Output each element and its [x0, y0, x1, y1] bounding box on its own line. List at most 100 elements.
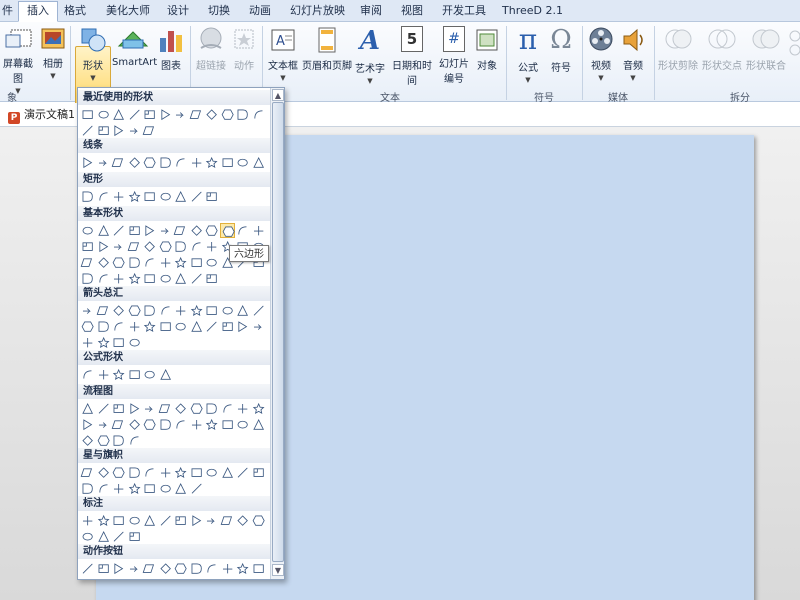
tab-beautify-master[interactable]: 美化大师: [106, 2, 150, 22]
shape-button[interactable]: [127, 465, 142, 480]
shape-button[interactable]: [96, 529, 111, 544]
shape-button[interactable]: [111, 433, 126, 448]
shape-button[interactable]: [251, 303, 266, 318]
object-button[interactable]: 对象: [472, 26, 502, 72]
shape-button[interactable]: [96, 433, 111, 448]
shape-button[interactable]: [189, 465, 204, 480]
shape-button[interactable]: [111, 367, 126, 382]
shape-button[interactable]: [251, 401, 266, 416]
symbol-button[interactable]: Ω 符号: [545, 24, 577, 74]
shape-button[interactable]: [80, 433, 95, 448]
shape-button[interactable]: [251, 155, 266, 170]
shape-button[interactable]: [80, 123, 95, 138]
tab-transitions[interactable]: 切换: [208, 2, 230, 22]
shape-button[interactable]: [251, 561, 266, 576]
shape-button[interactable]: [158, 561, 173, 576]
shape-button[interactable]: [204, 401, 219, 416]
shape-button[interactable]: [235, 303, 250, 318]
tab-threed[interactable]: ThreeD 2.1: [502, 2, 563, 22]
audio-button[interactable]: 音频 ▼: [618, 26, 648, 83]
shape-button[interactable]: [189, 513, 204, 528]
shape-button[interactable]: [158, 107, 173, 122]
shape-button[interactable]: [96, 189, 111, 204]
shape-button[interactable]: [111, 155, 126, 170]
shape-button[interactable]: [173, 417, 188, 432]
shape-button[interactable]: [220, 155, 235, 170]
shape-button[interactable]: [158, 367, 173, 382]
shape-button[interactable]: [80, 367, 95, 382]
shape-button[interactable]: [111, 513, 126, 528]
shape-button[interactable]: [189, 223, 204, 238]
shape-button[interactable]: [111, 401, 126, 416]
shape-button[interactable]: [189, 303, 204, 318]
shape-button[interactable]: [251, 513, 266, 528]
shape-button[interactable]: [127, 223, 142, 238]
shape-button[interactable]: [158, 271, 173, 286]
shape-button[interactable]: [173, 271, 188, 286]
shape-button[interactable]: [158, 481, 173, 496]
tab-view[interactable]: 视图: [401, 2, 423, 22]
shape-button[interactable]: [96, 367, 111, 382]
shape-button[interactable]: [158, 319, 173, 334]
shape-button[interactable]: [204, 513, 219, 528]
shape-button[interactable]: [189, 319, 204, 334]
shape-button[interactable]: [96, 319, 111, 334]
shape-button[interactable]: [235, 513, 250, 528]
shape-button[interactable]: [96, 271, 111, 286]
shape-button[interactable]: [127, 239, 142, 254]
shape-button[interactable]: [204, 417, 219, 432]
shape-button[interactable]: [189, 155, 204, 170]
shape-button[interactable]: [111, 529, 126, 544]
shape-button[interactable]: [142, 107, 157, 122]
shape-button[interactable]: [204, 271, 219, 286]
shape-button[interactable]: [204, 255, 219, 270]
shape-button[interactable]: [158, 239, 173, 254]
hexagon-shape-button[interactable]: [219, 223, 235, 238]
shape-button[interactable]: [111, 465, 126, 480]
shape-button[interactable]: [220, 303, 235, 318]
shape-button[interactable]: [204, 155, 219, 170]
shape-button[interactable]: [204, 561, 219, 576]
shape-button[interactable]: [251, 319, 266, 334]
shape-button[interactable]: [142, 189, 157, 204]
scroll-thumb[interactable]: [272, 102, 284, 562]
shape-button[interactable]: [127, 417, 142, 432]
shape-button[interactable]: [111, 255, 126, 270]
shape-button[interactable]: [142, 513, 157, 528]
shape-button[interactable]: [111, 189, 126, 204]
slide-number-button[interactable]: # 幻灯片 编号: [436, 26, 472, 85]
shape-button[interactable]: [173, 107, 188, 122]
shape-button[interactable]: [127, 319, 142, 334]
shape-button[interactable]: [142, 255, 157, 270]
shape-button[interactable]: [220, 417, 235, 432]
shape-button[interactable]: [80, 223, 95, 238]
shape-button[interactable]: [96, 561, 111, 576]
shape-button[interactable]: [96, 335, 111, 350]
shape-button[interactable]: [80, 465, 95, 480]
shape-button[interactable]: [80, 303, 95, 318]
shape-button[interactable]: [80, 417, 95, 432]
shape-button[interactable]: [189, 417, 204, 432]
shape-button[interactable]: [158, 513, 173, 528]
shape-button[interactable]: [80, 561, 95, 576]
shapes-gallery[interactable]: 最近使用的形状 线条 矩形 基本形状 箭头总汇 公式形状 流程图 星与旗帜 标注 动作按钮 ▲ ▼: [77, 87, 285, 580]
shape-button[interactable]: [235, 319, 250, 334]
shape-button[interactable]: [127, 255, 142, 270]
shape-button[interactable]: [96, 401, 111, 416]
shape-button[interactable]: [142, 401, 157, 416]
shape-button[interactable]: [96, 255, 111, 270]
shape-cut-button[interactable]: 形状剪除: [656, 26, 700, 72]
shape-button[interactable]: [251, 107, 266, 122]
shape-button[interactable]: [158, 401, 173, 416]
shape-button[interactable]: [111, 481, 126, 496]
shape-button[interactable]: [127, 189, 142, 204]
shape-button[interactable]: [204, 223, 219, 238]
shape-button[interactable]: [220, 465, 235, 480]
shape-button[interactable]: [220, 107, 235, 122]
shape-button[interactable]: [96, 155, 111, 170]
shape-button[interactable]: [173, 561, 188, 576]
textbox-button[interactable]: A 文本框 ▼: [266, 26, 300, 83]
shape-union-button[interactable]: 形状联合: [744, 26, 788, 72]
shape-button[interactable]: [173, 481, 188, 496]
shape-button[interactable]: [235, 107, 250, 122]
